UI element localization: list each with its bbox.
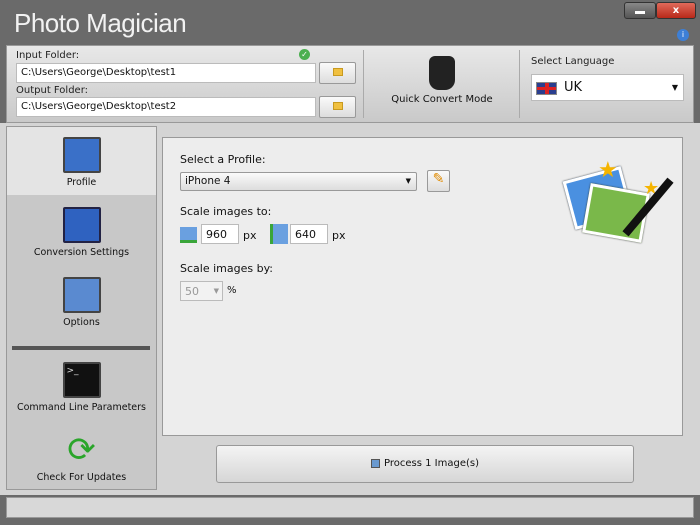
- quick-convert-button[interactable]: Quick Convert Mode: [367, 50, 517, 118]
- sidebar-item-label: Conversion Settings: [33, 247, 130, 258]
- edit-profile-button[interactable]: ✎: [427, 170, 450, 192]
- close-button[interactable]: x: [656, 2, 696, 19]
- chevron-down-icon: ▼: [405, 177, 411, 185]
- language-value: UK: [564, 80, 583, 95]
- input-folder-field[interactable]: C:\Users\George\Desktop\test1: [16, 63, 316, 83]
- sidebar-item-label: Check For Updates: [36, 472, 127, 483]
- chevron-down-icon: ▼: [671, 83, 678, 92]
- height-icon: [270, 224, 288, 244]
- output-folder-field[interactable]: C:\Users\George\Desktop\test2: [16, 97, 316, 117]
- sidebar-item-label: Options: [63, 317, 100, 328]
- status-bar: [6, 497, 694, 518]
- browse-input-button[interactable]: [319, 62, 356, 84]
- check-icon: ✓: [299, 49, 310, 60]
- scale-by-label: Scale images by:: [180, 262, 273, 275]
- app-title: Photo Magician: [14, 8, 187, 38]
- process-button[interactable]: Process 1 Image(s): [216, 445, 634, 483]
- profile-icon: [62, 137, 101, 173]
- images-icon: [371, 458, 380, 468]
- minimize-button[interactable]: [624, 2, 656, 19]
- folder-icon: [332, 102, 343, 110]
- magic-photos-icon: ★ ★: [562, 153, 674, 253]
- refresh-icon: ⟳: [67, 430, 96, 470]
- output-folder-label: Output Folder:: [16, 85, 89, 96]
- profile-select[interactable]: iPhone 4 ▼: [180, 172, 417, 191]
- folder-icon: [332, 68, 343, 76]
- process-label: Process 1 Image(s): [384, 458, 479, 469]
- profile-value: iPhone 4: [185, 175, 231, 187]
- px-label: px: [243, 229, 257, 242]
- info-icon[interactable]: i: [677, 29, 689, 41]
- browse-output-button[interactable]: [319, 96, 356, 118]
- input-folder-label: Input Folder:: [16, 50, 80, 61]
- sidebar-item-command-line[interactable]: >_ Command Line Parameters: [7, 362, 156, 413]
- quick-convert-label: Quick Convert Mode: [391, 94, 493, 105]
- width-input[interactable]: 960: [201, 224, 239, 244]
- sidebar-item-profile[interactable]: Profile: [7, 127, 156, 195]
- terminal-icon: >_: [62, 362, 101, 398]
- pencil-icon: ✎: [432, 171, 445, 187]
- percent-label: %: [227, 285, 237, 296]
- sidebar-item-options[interactable]: Options: [7, 277, 156, 328]
- top-panel: Input Folder: ✓ C:\Users\George\Desktop\…: [6, 45, 694, 123]
- magic-hat-icon: [429, 56, 455, 90]
- sidebar-item-label: Profile: [66, 177, 97, 188]
- profile-label: Select a Profile:: [180, 153, 266, 166]
- sidebar-item-label: Command Line Parameters: [16, 402, 147, 413]
- height-input[interactable]: 640: [290, 224, 328, 244]
- profile-panel: Select a Profile: iPhone 4 ▼ ✎ Scale imag…: [162, 137, 683, 436]
- chevron-down-icon: ▼: [213, 287, 219, 295]
- width-icon: [180, 227, 197, 243]
- divider: [12, 346, 150, 350]
- uk-flag-icon: [536, 82, 557, 95]
- options-icon: [62, 277, 101, 313]
- scale-by-value: 50: [185, 285, 199, 298]
- sidebar-item-check-updates[interactable]: ⟳ Check For Updates: [7, 432, 156, 483]
- px-label: px: [332, 229, 346, 242]
- language-select[interactable]: UK ▼: [531, 74, 684, 101]
- settings-icon: [62, 207, 101, 243]
- language-label: Select Language: [531, 56, 615, 67]
- sidebar-item-conversion-settings[interactable]: Conversion Settings: [7, 207, 156, 258]
- scale-by-select[interactable]: 50 ▼: [180, 281, 223, 301]
- sidebar: Profile Conversion Settings Options >_ C…: [6, 126, 157, 490]
- scale-to-label: Scale images to:: [180, 205, 272, 218]
